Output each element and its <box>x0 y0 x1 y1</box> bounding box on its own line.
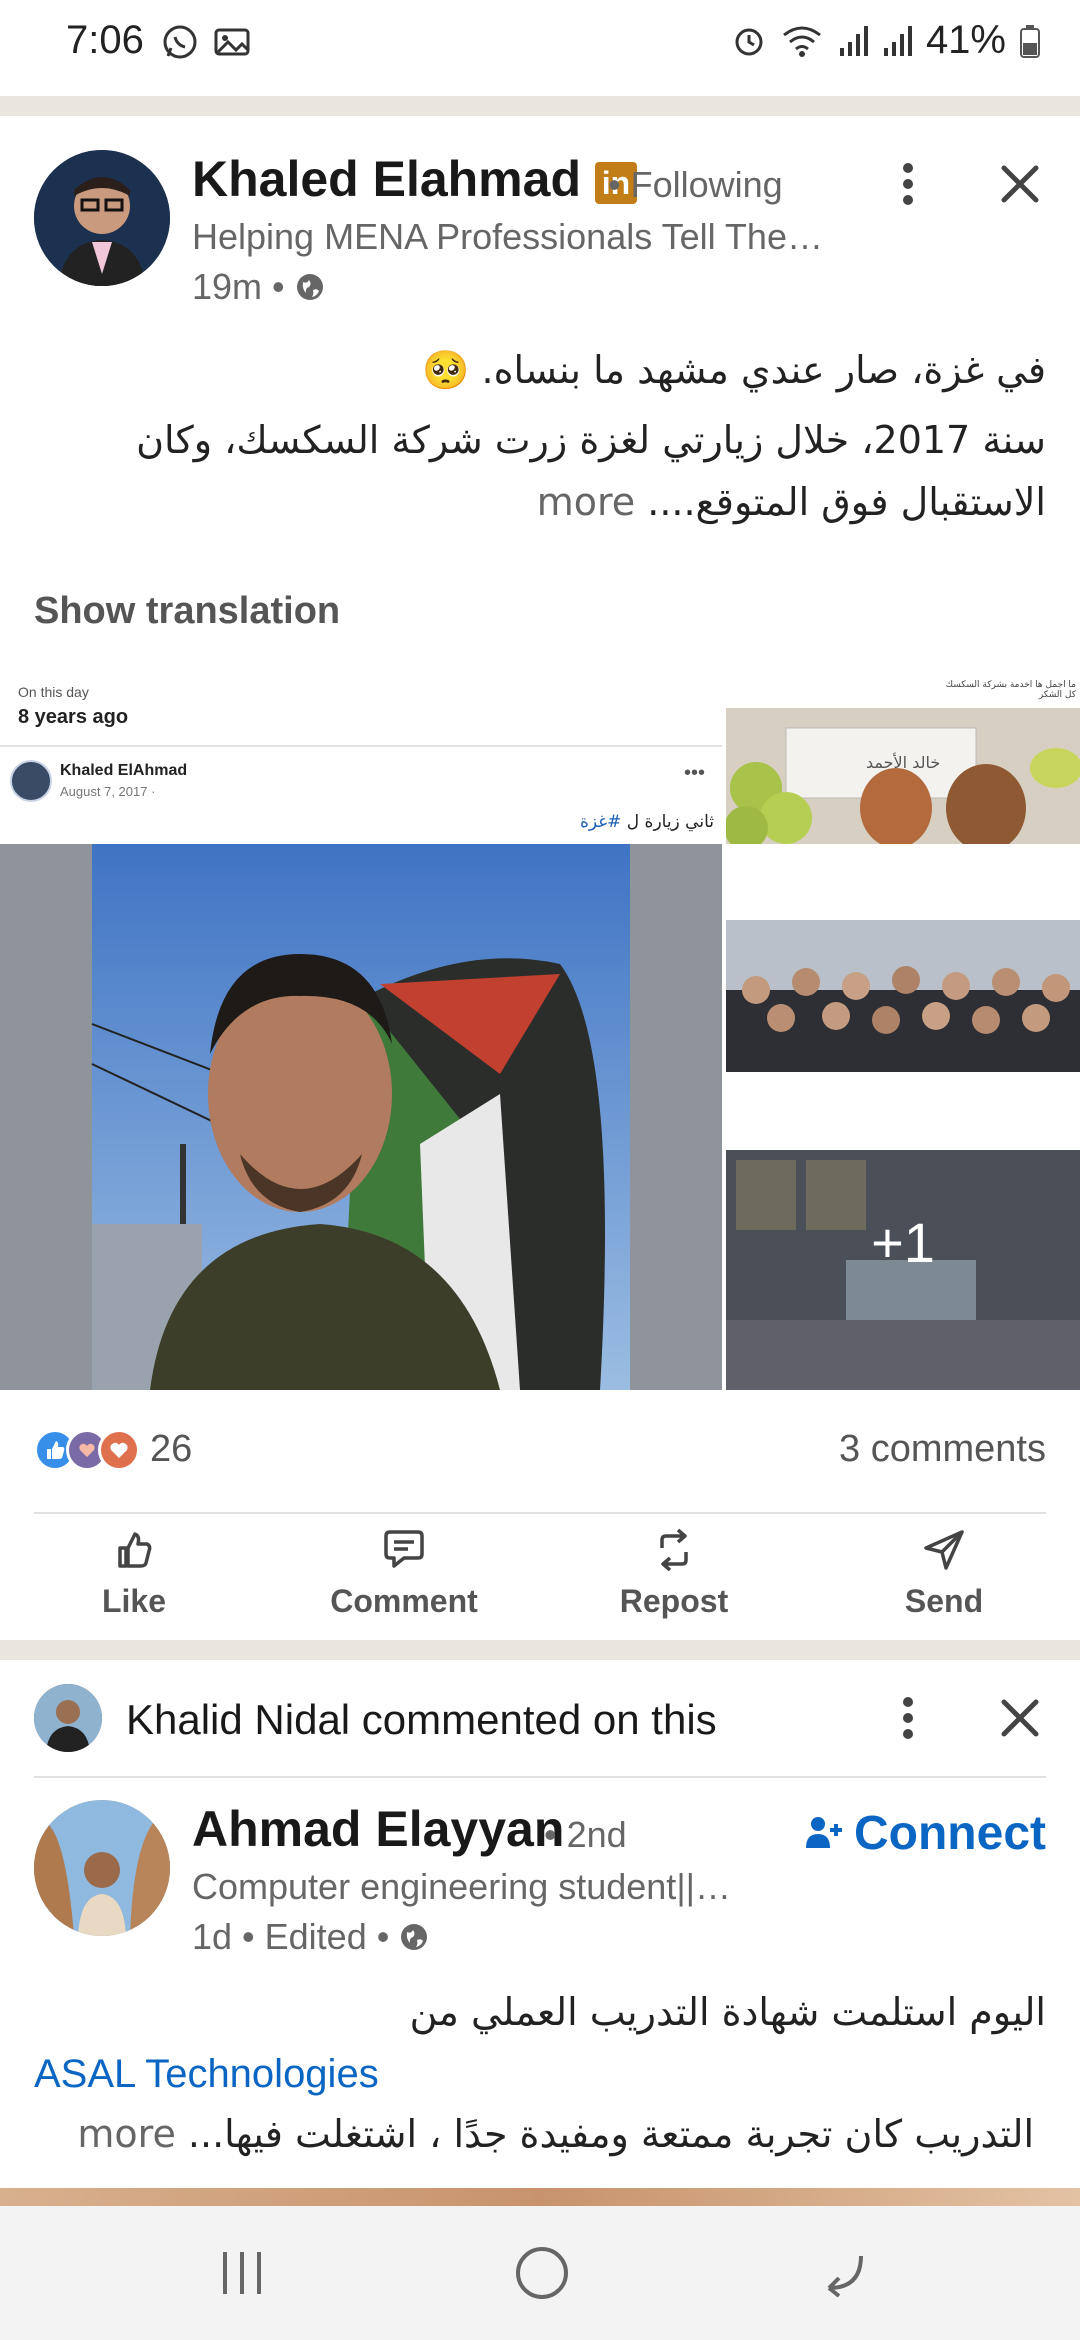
globe-icon <box>296 274 323 300</box>
author-avatar[interactable] <box>34 1800 170 1936</box>
commenter-avatar[interactable] <box>34 1684 102 1752</box>
feed-divider <box>0 1640 1080 1660</box>
alarm-icon <box>735 28 763 55</box>
post-text-line: الاستقبال فوق المتوقع.... <box>647 480 1046 524</box>
post-time: 19m • <box>192 266 285 307</box>
comment-icon <box>384 1530 424 1568</box>
like-label: Like <box>101 1583 167 1619</box>
home-button[interactable] <box>442 2206 642 2340</box>
globe-icon <box>401 1924 428 1950</box>
system-nav-bar <box>0 2206 1080 2340</box>
repost-icon <box>660 1528 688 1572</box>
signal-icon <box>883 25 912 56</box>
selfie-photo <box>0 844 722 1390</box>
follow-status: • Following <box>608 164 783 205</box>
gallery-icon <box>214 28 250 56</box>
more-options-icon[interactable] <box>888 156 928 212</box>
close-icon[interactable] <box>996 160 1044 208</box>
add-person-icon <box>806 1816 842 1848</box>
connection-degree: • 2nd <box>544 1814 627 1855</box>
media-preview-strip <box>0 2188 1080 2206</box>
fruits-photo: خالد الأحمد <box>726 708 1080 844</box>
thumbnail-photo-more[interactable]: +1 <box>726 1150 1080 1390</box>
comment-label: Comment <box>330 1583 478 1619</box>
author-name[interactable]: Khaled Elahmad <box>192 151 581 207</box>
signal-icon <box>839 25 868 56</box>
post-text-line: في غزة، صار عندي مشهد ما بنساه. 🥺 <box>422 348 1046 392</box>
status-bar: 7:06 41% <box>0 0 1080 92</box>
more-photos-count: +1 <box>871 1211 935 1274</box>
more-options-icon[interactable] <box>888 1690 928 1746</box>
avatar-photo <box>34 1800 170 1936</box>
author-avatar[interactable] <box>34 150 170 286</box>
comments-count[interactable]: 3 comments <box>839 1428 1046 1471</box>
back-button[interactable] <box>742 2206 942 2340</box>
shared-post-menu-icon: ••• <box>684 762 706 784</box>
post-action-bar: Like Comment Repost Send <box>0 1528 1080 1638</box>
home-icon <box>516 2247 568 2299</box>
recent-apps-button[interactable] <box>142 2206 342 2340</box>
love-reaction-icon <box>98 1428 140 1471</box>
caption-text: ثاني زيارة ل <box>621 812 714 832</box>
reaction-count: 26 <box>150 1428 193 1470</box>
repost-button[interactable]: Repost <box>574 1528 774 1620</box>
memory-years: 8 years ago <box>18 706 129 728</box>
shared-post-avatar <box>10 760 52 802</box>
commenter-name[interactable]: Khalid Nidal <box>126 1696 350 1743</box>
group-photo <box>726 920 1080 1072</box>
see-more-link[interactable]: more <box>77 2112 175 2156</box>
shared-post-caption: ثاني زيارة ل #غزة <box>580 812 714 832</box>
whatsapp-icon <box>163 25 197 59</box>
shared-post-date: August 7, 2017 · <box>60 784 156 799</box>
author-name[interactable]: Ahmad Elayyan <box>192 1800 564 1858</box>
comment-button[interactable]: Comment <box>304 1528 504 1620</box>
divider <box>34 1776 1046 1778</box>
send-label: Send <box>904 1583 984 1619</box>
commented-text: commented on this <box>350 1696 717 1743</box>
main-photo[interactable] <box>0 844 722 1390</box>
show-translation-link[interactable]: Show translation <box>34 590 340 633</box>
memory-label: On this day <box>18 684 89 700</box>
hashtag-link: #غزة <box>579 812 622 832</box>
send-icon <box>924 1530 964 1570</box>
status-time: 7:06 <box>66 18 144 62</box>
author-headline: Computer engineering student||… <box>192 1866 732 1907</box>
battery-percent: 41% <box>925 18 1006 62</box>
post-text-line: سنة 2017، خلال زيارتي لغزة زرت شركة السك… <box>136 418 1046 462</box>
side-caption: ما اجمل ها اخدمة بشركة السكسك كل الشكر <box>945 680 1076 700</box>
post-text-line: اليوم استلمت شهادة التدريب العملي من <box>409 1990 1046 2034</box>
wifi-icon <box>783 26 821 57</box>
memory-header: On this day 8 years ago <box>0 672 722 742</box>
shared-post-author: Khaled ElAhmad <box>60 762 188 779</box>
send-button[interactable]: Send <box>844 1528 1044 1620</box>
back-icon <box>827 2255 863 2298</box>
avatar-photo <box>34 150 170 286</box>
connect-button[interactable]: Connect <box>804 1806 1046 1861</box>
like-icon <box>118 1532 152 1568</box>
company-mention-link[interactable]: ASAL Technologies <box>34 2052 379 2097</box>
avatar-photo <box>34 1684 102 1752</box>
reaction-summary[interactable]: 26 <box>34 1428 192 1471</box>
battery-icon <box>1020 24 1040 58</box>
recent-apps-icon <box>223 2252 261 2294</box>
repost-label: Repost <box>619 1583 729 1619</box>
like-button[interactable]: Like <box>34 1528 234 1620</box>
thumbnail-photo[interactable]: خالد الأحمد <box>726 708 1080 844</box>
close-icon[interactable] <box>996 1694 1044 1742</box>
divider <box>0 745 722 747</box>
thumbnail-photo[interactable] <box>726 920 1080 1072</box>
post-time: 1d • Edited • <box>192 1916 390 1957</box>
post-text-line: التدريب كان تجربة ممتعة ومفيدة جدًا ، اش… <box>187 2112 1034 2156</box>
feed-divider <box>0 96 1080 116</box>
see-more-link[interactable]: more <box>537 480 635 524</box>
post-media[interactable]: On this day 8 years ago Khaled ElAhmad A… <box>0 672 1080 1390</box>
connect-label: Connect <box>854 1807 1046 1860</box>
author-headline: Helping MENA Professionals Tell The… <box>192 216 823 257</box>
divider <box>34 1512 1046 1514</box>
